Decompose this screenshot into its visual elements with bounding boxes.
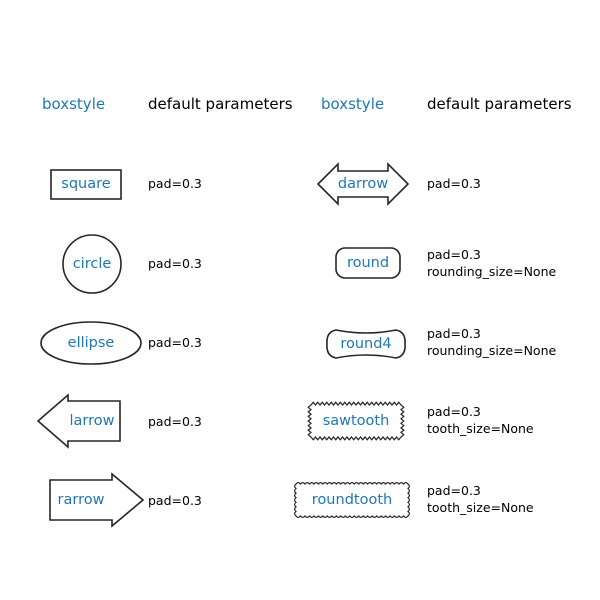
boxstyle-params-larrow: pad=0.3 <box>148 414 202 429</box>
boxstyle-params-circle: pad=0.3 <box>148 256 202 271</box>
header-boxstyle-right: boxstyle <box>321 95 385 113</box>
boxstyle-shape-rarrow: rarrow <box>42 472 154 528</box>
boxstyle-shape-roundtooth: roundtooth <box>290 478 414 522</box>
boxstyle-params-roundtooth: pad=0.3 tooth_size=None <box>427 483 534 515</box>
boxstyle-shape-ellipse: ellipse <box>34 315 148 371</box>
boxstyle-params-ellipse: pad=0.3 <box>148 335 202 350</box>
boxstyle-params-sawtooth: pad=0.3 tooth_size=None <box>427 404 534 436</box>
boxstyle-params-round4: pad=0.3 rounding_size=None <box>427 326 557 358</box>
boxstyle-reference-figure: boxstyle default parameters boxstyle def… <box>0 0 600 600</box>
header-default-parameters-right: default parameters <box>427 95 572 113</box>
boxstyle-shape-round: round <box>329 242 407 284</box>
header-default-parameters-left: default parameters <box>148 95 293 113</box>
boxstyle-shape-sawtooth: sawtooth <box>305 399 407 443</box>
boxstyle-shape-circle: circle <box>56 228 128 300</box>
boxstyle-shape-darrow: darrow <box>311 157 415 211</box>
boxstyle-params-rarrow: pad=0.3 <box>148 493 202 508</box>
boxstyle-params-square: pad=0.3 <box>148 176 202 191</box>
boxstyle-params-round: pad=0.3 rounding_size=None <box>427 247 557 279</box>
header-boxstyle-left: boxstyle <box>42 95 106 113</box>
boxstyle-shape-square: square <box>44 163 130 205</box>
boxstyle-shape-round4: round4 <box>319 322 413 366</box>
boxstyle-params-darrow: pad=0.3 <box>427 176 481 191</box>
boxstyle-shape-larrow: larrow <box>31 393 131 449</box>
